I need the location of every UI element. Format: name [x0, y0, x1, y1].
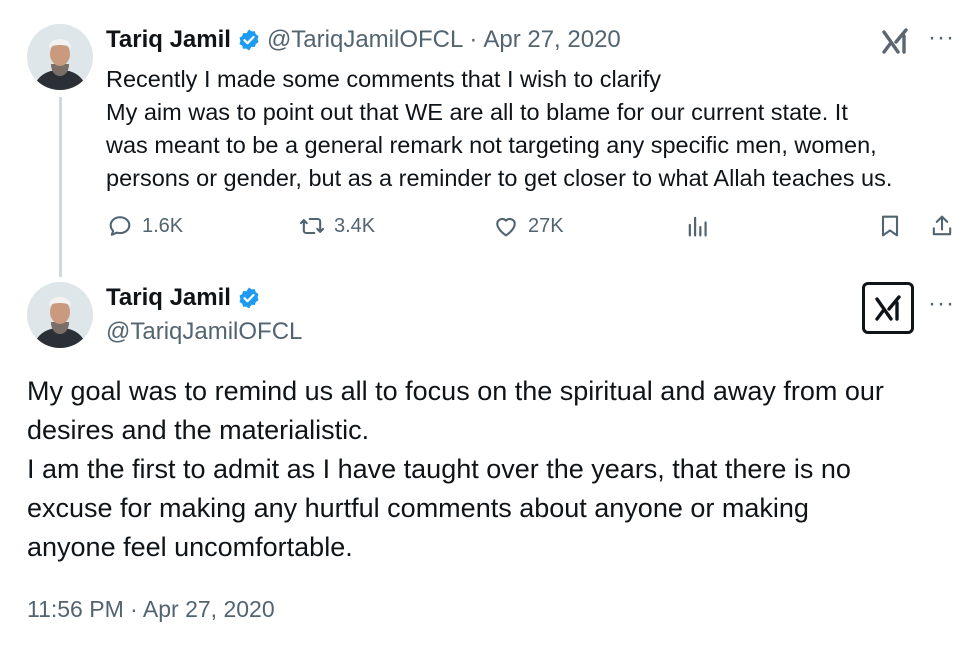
tweet-actions: 1.6K 3.4K 27K [106, 212, 966, 248]
tweet-text-line: excuse for making any hurtful comments a… [27, 493, 809, 523]
repost-icon [299, 217, 325, 235]
bookmark-icon [881, 215, 899, 237]
avatar[interactable] [27, 24, 93, 90]
repost-count: 3.4K [334, 214, 376, 237]
thread-line [59, 97, 62, 277]
grok-icon[interactable] [880, 26, 910, 56]
reply-button[interactable]: 1.6K [106, 212, 183, 240]
separator: · [469, 26, 478, 53]
tweet-text-line: Recently I made some comments that I wis… [106, 66, 662, 92]
tweet-text-line: anyone feel uncomfortable. [27, 532, 353, 562]
tweet2-text: My goal was to remind us all to focus on… [27, 372, 957, 567]
author-handle[interactable]: @TariqJamilOFCL [106, 318, 302, 346]
tweet-text-line: My aim was to point out that WE are all … [106, 99, 848, 125]
views-icon [688, 216, 707, 237]
like-icon [496, 217, 516, 237]
grok-icon [875, 295, 901, 321]
tweet-date[interactable]: Apr 27, 2020 [483, 26, 620, 54]
tweet1-text: Recently I made some comments that I wis… [106, 63, 966, 195]
tweet2-header: Tariq Jamil [106, 284, 267, 312]
reply-count: 1.6K [142, 214, 184, 237]
repost-button[interactable]: 3.4K [298, 212, 375, 240]
tweet-timestamp[interactable]: 11:56 PM · Apr 27, 2020 [27, 596, 275, 623]
views-button[interactable] [684, 212, 720, 240]
verified-badge-icon [239, 29, 259, 51]
tweet-text-line: desires and the materialistic. [27, 415, 370, 445]
verified-badge-icon [239, 287, 259, 309]
author-name[interactable]: Tariq Jamil [106, 26, 231, 54]
more-icon[interactable]: ··· [928, 24, 955, 52]
share-button[interactable] [928, 212, 964, 240]
tweet-text-line: My goal was to remind us all to focus on… [27, 376, 884, 406]
like-button[interactable]: 27K [492, 212, 564, 240]
tweet-text-line: persons or gender, but as a reminder to … [106, 165, 893, 191]
author-handle[interactable]: @TariqJamilOFCL [267, 26, 463, 54]
tweet-text-line: I am the first to admit as I have taught… [27, 454, 851, 484]
share-icon [932, 215, 952, 236]
more-icon[interactable]: ··· [928, 290, 955, 318]
tweet1-header: Tariq Jamil @TariqJamilOFCL · Apr 27, 20… [106, 26, 621, 54]
reply-icon [109, 216, 131, 236]
bookmark-button[interactable] [876, 212, 912, 240]
author-name[interactable]: Tariq Jamil [106, 284, 231, 312]
avatar[interactable] [27, 282, 93, 348]
like-count: 27K [528, 214, 564, 237]
grok-button[interactable] [862, 282, 914, 334]
tweet-text-line: was meant to be a general remark not tar… [106, 132, 877, 158]
